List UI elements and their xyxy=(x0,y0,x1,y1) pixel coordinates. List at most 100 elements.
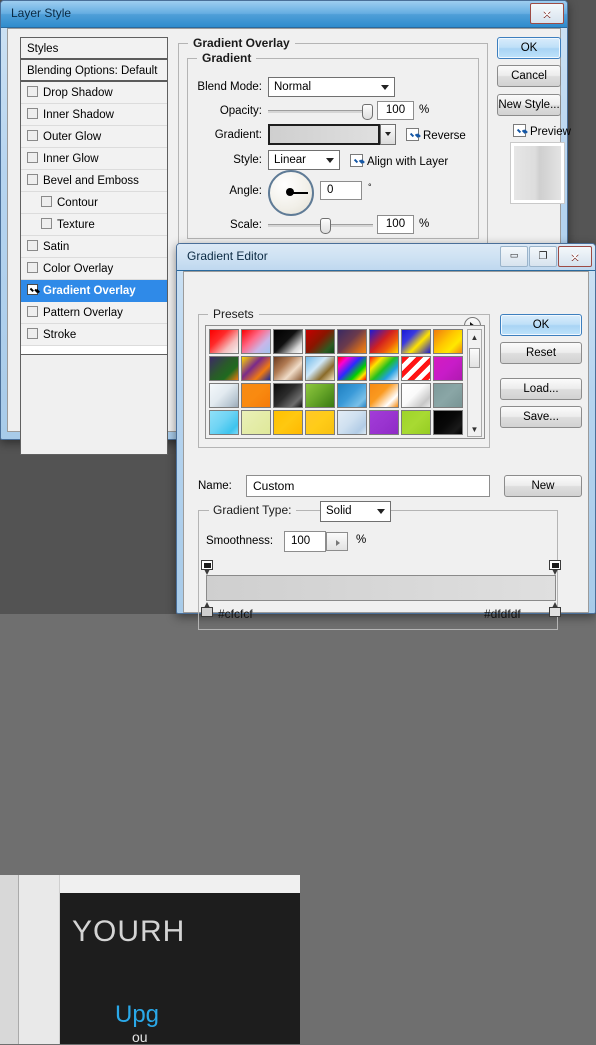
checkbox-icon[interactable] xyxy=(27,86,38,97)
sidebar-item-texture[interactable]: Texture xyxy=(21,214,167,236)
preset-swatch-violet-green-orange[interactable] xyxy=(209,356,239,381)
preset-swatch-red-green[interactable] xyxy=(305,329,335,354)
preset-swatch-pale-blue[interactable] xyxy=(337,410,367,435)
checkbox-icon[interactable] xyxy=(27,152,38,163)
maximize-button[interactable]: ❐ xyxy=(529,246,557,267)
preset-swatch-white-gray[interactable] xyxy=(401,383,431,408)
save-button[interactable]: Save... xyxy=(500,406,582,428)
preset-swatch-yellow-violet-orange-blue[interactable] xyxy=(241,356,271,381)
gradient-style-select[interactable]: Linear xyxy=(268,150,340,170)
gradient-bar[interactable] xyxy=(206,575,556,601)
preset-swatch-black-gray[interactable] xyxy=(273,383,303,408)
sidebar-item-satin[interactable]: Satin xyxy=(21,236,167,258)
checkbox-icon[interactable] xyxy=(27,240,38,251)
scroll-down-icon[interactable]: ▼ xyxy=(468,422,481,436)
sidebar-item-gradient-overlay[interactable]: Gradient Overlay xyxy=(21,280,167,302)
new-style-button[interactable]: New Style... xyxy=(497,94,561,116)
gradient-name-input[interactable]: Custom xyxy=(246,475,490,497)
opacity-input[interactable]: 100 xyxy=(377,101,414,120)
preset-swatch-transparent-stripes[interactable] xyxy=(401,356,431,381)
opacity-stop-left[interactable] xyxy=(201,560,213,575)
new-gradient-button[interactable]: New xyxy=(504,475,582,497)
sidebar-item-inner-glow[interactable]: Inner Glow xyxy=(21,148,167,170)
gradient-picker-button[interactable] xyxy=(380,124,396,145)
checkbox-icon[interactable] xyxy=(41,196,52,207)
scrollbar-thumb[interactable] xyxy=(469,348,480,368)
preset-swatch-red-transparent[interactable] xyxy=(241,329,271,354)
checkbox-icon[interactable] xyxy=(27,328,38,339)
preset-swatch-red-white[interactable] xyxy=(209,329,239,354)
preset-swatch-violet-orange[interactable] xyxy=(337,329,367,354)
preset-swatch-blue-red-yellow[interactable] xyxy=(369,329,399,354)
gradient-type-select[interactable]: Solid xyxy=(320,501,391,522)
preset-swatch-spectrum[interactable] xyxy=(337,356,367,381)
checkbox-icon[interactable] xyxy=(27,130,38,141)
checkbox-icon[interactable] xyxy=(27,306,38,317)
checkbox-icon[interactable] xyxy=(27,262,38,273)
checkbox-icon[interactable] xyxy=(41,218,52,229)
preset-swatch-cyan-light[interactable] xyxy=(209,410,239,435)
color-stop-swatch-left[interactable] xyxy=(201,607,213,617)
reset-button[interactable]: Reset xyxy=(500,342,582,364)
angle-dial[interactable] xyxy=(268,170,314,216)
preset-swatch-purple[interactable] xyxy=(369,410,399,435)
preset-swatch-chrome[interactable] xyxy=(305,356,335,381)
gradient-preview-swatch[interactable] xyxy=(268,124,380,145)
gradient-editor-titlebar[interactable]: Gradient Editor ▭ ❐ ✕ xyxy=(177,244,595,271)
checkbox-icon[interactable] xyxy=(27,108,38,119)
smoothness-input[interactable]: 100 xyxy=(284,531,326,552)
presets-grid[interactable] xyxy=(209,329,465,437)
ok-button[interactable]: OK xyxy=(500,314,582,336)
sidebar-item-outer-glow[interactable]: Outer Glow xyxy=(21,126,167,148)
preset-swatch-transparent-rainbow[interactable] xyxy=(369,356,399,381)
color-stop-left[interactable] xyxy=(201,602,213,617)
sidebar-item-inner-shadow[interactable]: Inner Shadow xyxy=(21,104,167,126)
cancel-button[interactable]: Cancel xyxy=(497,65,561,87)
scale-slider[interactable] xyxy=(268,215,373,234)
sidebar-item-blending-options[interactable]: Blending Options: Default xyxy=(21,60,167,82)
presets-scrollbar[interactable]: ▲ ▼ xyxy=(467,329,482,437)
sidebar-item-contour[interactable]: Contour xyxy=(21,192,167,214)
preset-swatch-magenta-purple[interactable] xyxy=(433,356,463,381)
checkbox-icon[interactable] xyxy=(27,174,38,185)
preset-swatch-black-fade[interactable] xyxy=(433,410,463,435)
close-button[interactable]: ✕ xyxy=(530,3,564,24)
layer-style-titlebar[interactable]: Layer Style ✕ xyxy=(1,1,567,28)
preset-swatch-orange-solid[interactable] xyxy=(241,383,271,408)
scale-slider-knob[interactable] xyxy=(320,218,331,234)
presets-panel[interactable]: ▲ ▼ xyxy=(205,325,485,439)
preset-swatch-lime[interactable] xyxy=(401,410,431,435)
preview-checkbox[interactable]: Preview xyxy=(513,124,571,139)
opacity-stop-right[interactable] xyxy=(549,560,561,575)
preset-swatch-blue-yellow-blue[interactable] xyxy=(401,329,431,354)
opacity-slider[interactable] xyxy=(268,101,373,120)
preset-swatch-orange-yellow-orange[interactable] xyxy=(433,329,463,354)
load-button[interactable]: Load... xyxy=(500,378,582,400)
opacity-slider-knob[interactable] xyxy=(362,104,373,120)
ok-button[interactable]: OK xyxy=(497,37,561,59)
preset-swatch-steel-white[interactable] xyxy=(209,383,239,408)
reverse-checkbox[interactable]: Reverse xyxy=(406,128,466,143)
scale-input[interactable]: 100 xyxy=(377,215,414,234)
blend-mode-select[interactable]: Normal xyxy=(268,77,395,97)
smoothness-stepper[interactable] xyxy=(326,532,348,551)
preset-swatch-gold[interactable] xyxy=(305,410,335,435)
angle-dial-needle[interactable] xyxy=(290,191,308,194)
preset-swatch-amber[interactable] xyxy=(273,410,303,435)
sidebar-item-pattern-overlay[interactable]: Pattern Overlay xyxy=(21,302,167,324)
preset-swatch-pale-yellow[interactable] xyxy=(241,410,271,435)
sidebar-item-stroke[interactable]: Stroke xyxy=(21,324,167,346)
sidebar-item-bevel-and-emboss[interactable]: Bevel and Emboss xyxy=(21,170,167,192)
preset-swatch-green-noise[interactable] xyxy=(305,383,335,408)
close-button[interactable]: ✕ xyxy=(558,246,592,267)
checkbox-checked-icon[interactable] xyxy=(27,284,38,295)
preset-swatch-copper[interactable] xyxy=(273,356,303,381)
color-stop-right[interactable] xyxy=(549,602,561,617)
color-stop-swatch-right[interactable] xyxy=(549,607,561,617)
preset-swatch-orange-white[interactable] xyxy=(369,383,399,408)
preset-swatch-slate-teal[interactable] xyxy=(433,383,463,408)
scroll-up-icon[interactable]: ▲ xyxy=(468,330,481,344)
angle-input[interactable]: 0 xyxy=(320,181,362,200)
minimize-button[interactable]: ▭ xyxy=(500,246,528,267)
sidebar-item-drop-shadow[interactable]: Drop Shadow xyxy=(21,82,167,104)
